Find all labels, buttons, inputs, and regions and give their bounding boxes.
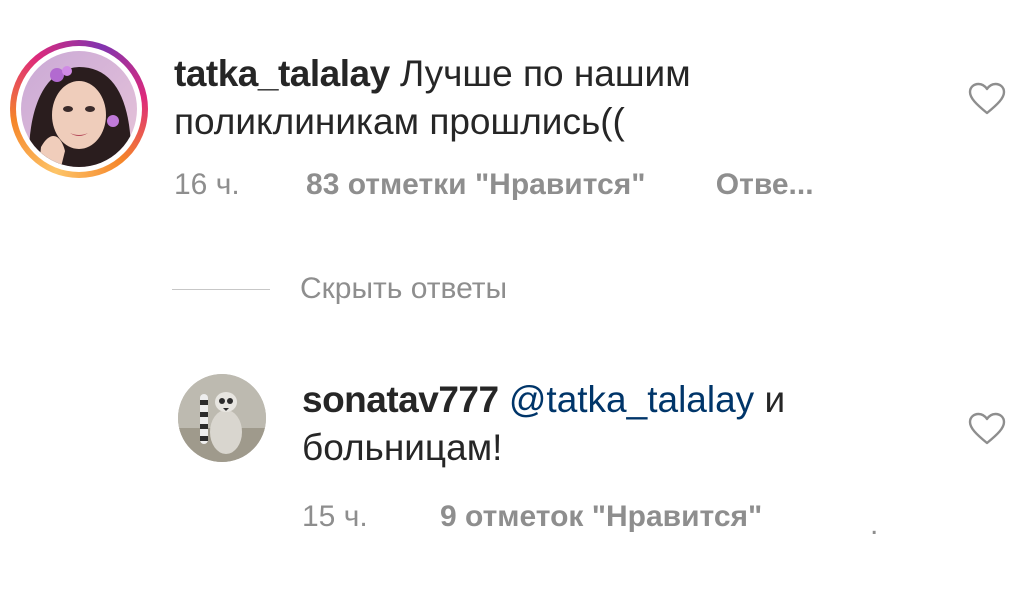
avatar-sonatav777[interactable] <box>178 374 266 462</box>
comment-likes-count[interactable]: 9 отметок "Нравится" <box>440 500 762 534</box>
comment-likes-count[interactable]: 83 отметки "Нравится" <box>306 168 645 202</box>
lemur-avatar-image <box>178 374 266 462</box>
comment-body: sonatav777 @tatka_talalay и больницам! <box>302 376 922 472</box>
reply-button[interactable]: Отве... <box>716 168 814 202</box>
avatar-story-ring[interactable] <box>10 40 148 178</box>
heart-outline-icon[interactable] <box>968 82 1006 116</box>
avatar-tatka-talalay <box>21 51 137 167</box>
reply-button-truncated[interactable]: . <box>870 508 878 542</box>
mention-link[interactable]: @tatka_talalay <box>509 379 754 420</box>
comment-username[interactable]: sonatav777 <box>302 379 499 420</box>
heart-outline-icon[interactable] <box>968 412 1006 446</box>
hide-replies-button[interactable]: Скрыть ответы <box>300 272 507 306</box>
comment-body: tatka_talalay Лучше по нашим поликлиника… <box>174 50 914 146</box>
comment-time: 15 ч. <box>302 500 368 533</box>
comment-username[interactable]: tatka_talalay <box>174 53 390 94</box>
comment-time: 16 ч. <box>174 168 240 201</box>
replies-divider <box>172 289 270 290</box>
comment-meta: 16 ч. 83 отметки "Нравится" Отве... <box>174 168 814 202</box>
comment-meta: 15 ч. 9 отметок "Нравится" <box>302 500 824 534</box>
